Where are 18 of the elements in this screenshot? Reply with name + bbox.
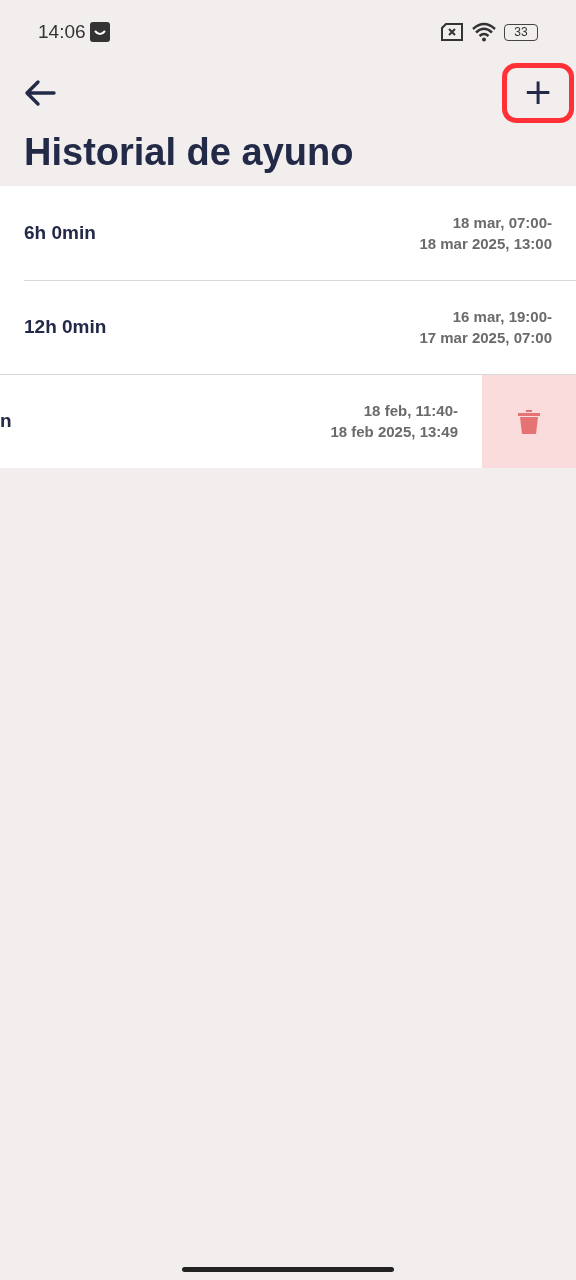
date-range: 18 mar, 07:00- 18 mar 2025, 13:00	[419, 213, 553, 254]
date-range: 16 mar, 19:00- 17 mar 2025, 07:00	[419, 307, 553, 348]
page-title: Historial de ayuno	[23, 130, 355, 175]
history-row[interactable]: 6h 0min 18 mar, 07:00- 18 mar 2025, 13:00	[0, 186, 576, 280]
duration-text: 6h 0min	[24, 222, 96, 243]
wifi-icon	[472, 22, 496, 42]
add-button[interactable]: +	[502, 63, 574, 123]
trash-icon	[517, 407, 541, 435]
back-arrow-icon[interactable]	[24, 79, 56, 107]
date-range: 18 feb, 11:40- 18 feb 2025, 13:49	[330, 401, 459, 442]
no-sim-icon	[440, 22, 464, 42]
history-row[interactable]: n 18 feb, 11:40- 18 feb 2025, 13:49	[0, 374, 576, 468]
clock: 14:06	[38, 21, 86, 43]
duration-text: 12h 0min	[24, 316, 107, 337]
history-row[interactable]: 12h 0min 16 mar, 19:00- 17 mar 2025, 07:00	[0, 280, 576, 374]
battery-icon: 33	[504, 23, 538, 41]
face-icon	[89, 22, 110, 42]
duration-text: n	[0, 410, 12, 431]
